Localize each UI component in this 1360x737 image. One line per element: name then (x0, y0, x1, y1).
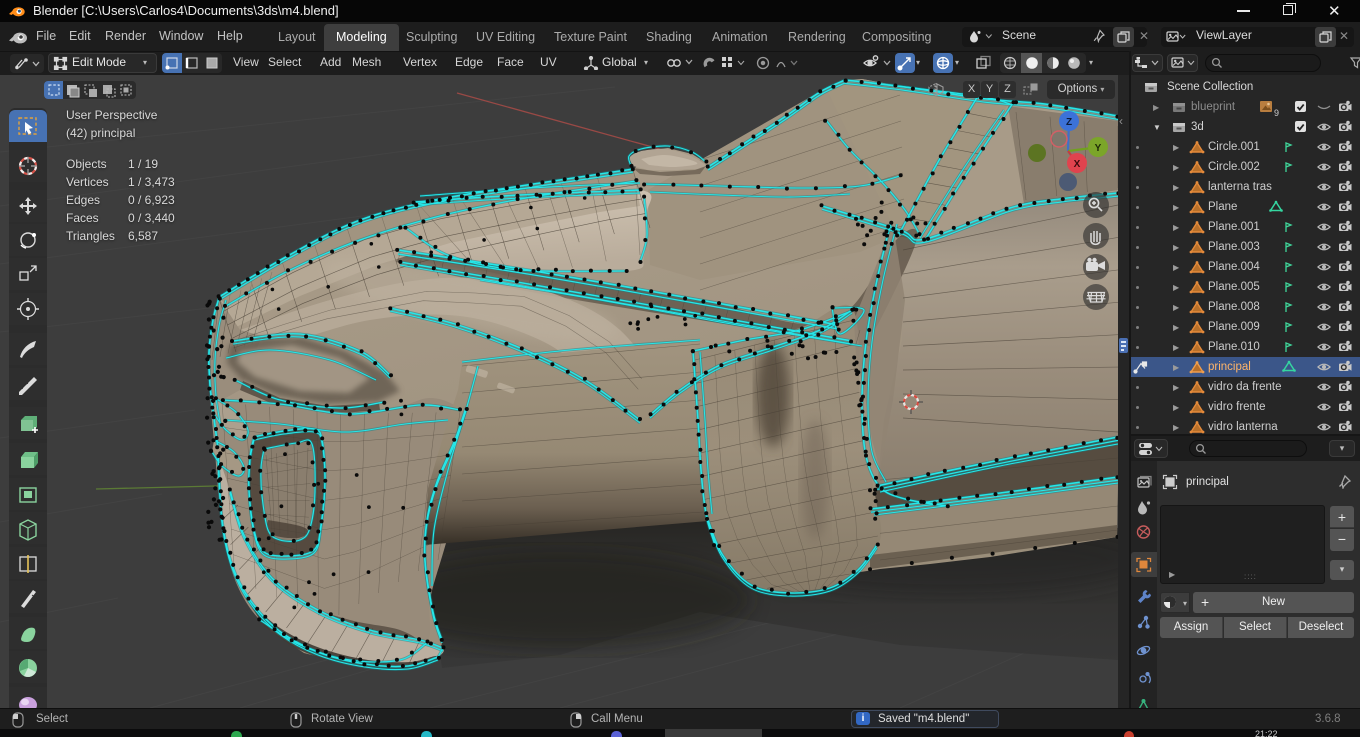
svg-text:X: X (1074, 159, 1081, 170)
svg-text:‹: ‹ (1119, 114, 1123, 128)
svg-text:Z: Z (1066, 117, 1072, 128)
svg-text:Y: Y (1095, 143, 1102, 154)
